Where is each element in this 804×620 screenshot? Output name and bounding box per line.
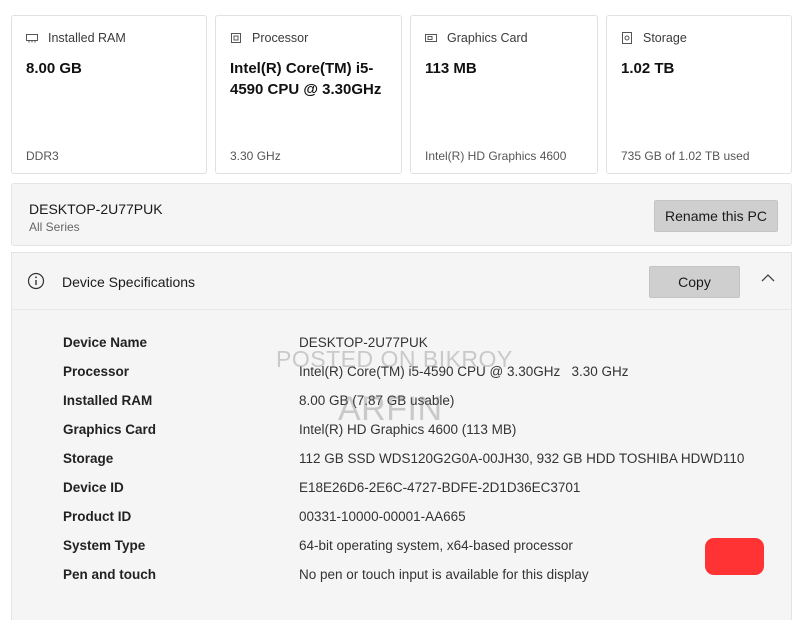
card-foot: DDR3 — [26, 149, 59, 163]
spec-key: Device ID — [63, 480, 124, 495]
device-specifications-header[interactable]: Device Specifications Copy — [11, 252, 792, 309]
copy-button[interactable]: Copy — [649, 266, 740, 298]
card-title: Installed RAM — [48, 31, 126, 45]
pc-series: All Series — [29, 220, 80, 234]
spec-value: 112 GB SSD WDS120G2G0A-00JH30, 932 GB HD… — [299, 451, 745, 466]
spec-value: 8.00 GB (7.87 GB usable) — [299, 393, 455, 408]
spec-row-installed-ram: Installed RAM 8.00 GB (7.87 GB usable) — [12, 393, 791, 422]
card-value: 8.00 GB — [26, 60, 82, 77]
spec-row-pen-and-touch: Pen and touch No pen or touch input is a… — [12, 567, 791, 596]
spec-row-processor: Processor Intel(R) Core(TM) i5-4590 CPU … — [12, 364, 791, 393]
spec-key: Pen and touch — [63, 567, 157, 582]
spec-key: System Type — [63, 538, 146, 553]
card-title: Processor — [252, 31, 309, 45]
spec-value: 00331-10000-00001-AA665 — [299, 509, 466, 524]
card-foot: Intel(R) HD Graphics 4600 — [425, 149, 567, 163]
device-specifications-list: Device Name DESKTOP-2U77PUK Processor In… — [11, 309, 792, 607]
spec-key: Processor — [63, 364, 130, 379]
card-installed-ram: Installed RAM 8.00 GB DDR3 — [11, 15, 207, 174]
card-graphics: Graphics Card 113 MB Intel(R) HD Graphic… — [410, 15, 598, 174]
ram-icon — [26, 34, 38, 43]
card-foot: 735 GB of 1.02 TB used — [621, 149, 750, 163]
spec-row-device-id: Device ID E18E26D6-2E6C-4727-BDFE-2D1D36… — [12, 480, 791, 509]
pc-name: DESKTOP-2U77PUK — [29, 201, 163, 217]
section-title: Device Specifications — [62, 274, 196, 290]
spec-row-product-id: Product ID 00331-10000-00001-AA665 — [12, 509, 791, 538]
card-processor: Processor Intel(R) Core(TM) i5-4590 CPU … — [215, 15, 402, 174]
card-value: Intel(R) Core(TM) i5-4590 CPU @ 3.30GHz — [230, 60, 382, 98]
spec-key: Installed RAM — [63, 393, 153, 408]
info-icon — [27, 272, 45, 290]
rename-pc-button[interactable]: Rename this PC — [654, 200, 778, 232]
spec-value: Intel(R) HD Graphics 4600 (113 MB) — [299, 422, 517, 437]
chevron-up-icon[interactable] — [761, 273, 775, 283]
spec-value: 64-bit operating system, x64-based proce… — [299, 538, 573, 553]
spec-key: Product ID — [63, 509, 132, 524]
card-value: 113 MB — [425, 60, 477, 77]
card-storage: Storage 1.02 TB 735 GB of 1.02 TB used — [606, 15, 792, 174]
spec-row-system-type: System Type 64-bit operating system, x64… — [12, 538, 791, 567]
panel-bottom-edge — [11, 606, 792, 620]
card-title: Graphics Card — [447, 31, 528, 45]
cpu-icon — [231, 33, 241, 43]
spec-value: Intel(R) Core(TM) i5-4590 CPU @ 3.30GHz … — [299, 364, 629, 379]
card-title: Storage — [643, 31, 687, 45]
gpu-icon — [425, 34, 437, 42]
card-foot: 3.30 GHz — [230, 149, 281, 163]
spec-key: Graphics Card — [63, 422, 157, 437]
spec-key: Device Name — [63, 335, 148, 350]
spec-key: Storage — [63, 451, 114, 466]
red-redaction-mark — [705, 538, 764, 575]
card-value: 1.02 TB — [621, 60, 675, 77]
spec-value: DESKTOP-2U77PUK — [299, 335, 428, 350]
spec-value: No pen or touch input is available for t… — [299, 567, 589, 582]
spec-row-graphics-card: Graphics Card Intel(R) HD Graphics 4600 … — [12, 422, 791, 451]
spec-value: E18E26D6-2E6C-4727-BDFE-2D1D36EC3701 — [299, 480, 581, 495]
storage-icon — [622, 32, 632, 44]
spec-row-device-name: Device Name DESKTOP-2U77PUK — [12, 335, 791, 364]
pc-name-bar: DESKTOP-2U77PUK All Series Rename this P… — [11, 183, 792, 246]
spec-row-storage: Storage 112 GB SSD WDS120G2G0A-00JH30, 9… — [12, 451, 791, 480]
